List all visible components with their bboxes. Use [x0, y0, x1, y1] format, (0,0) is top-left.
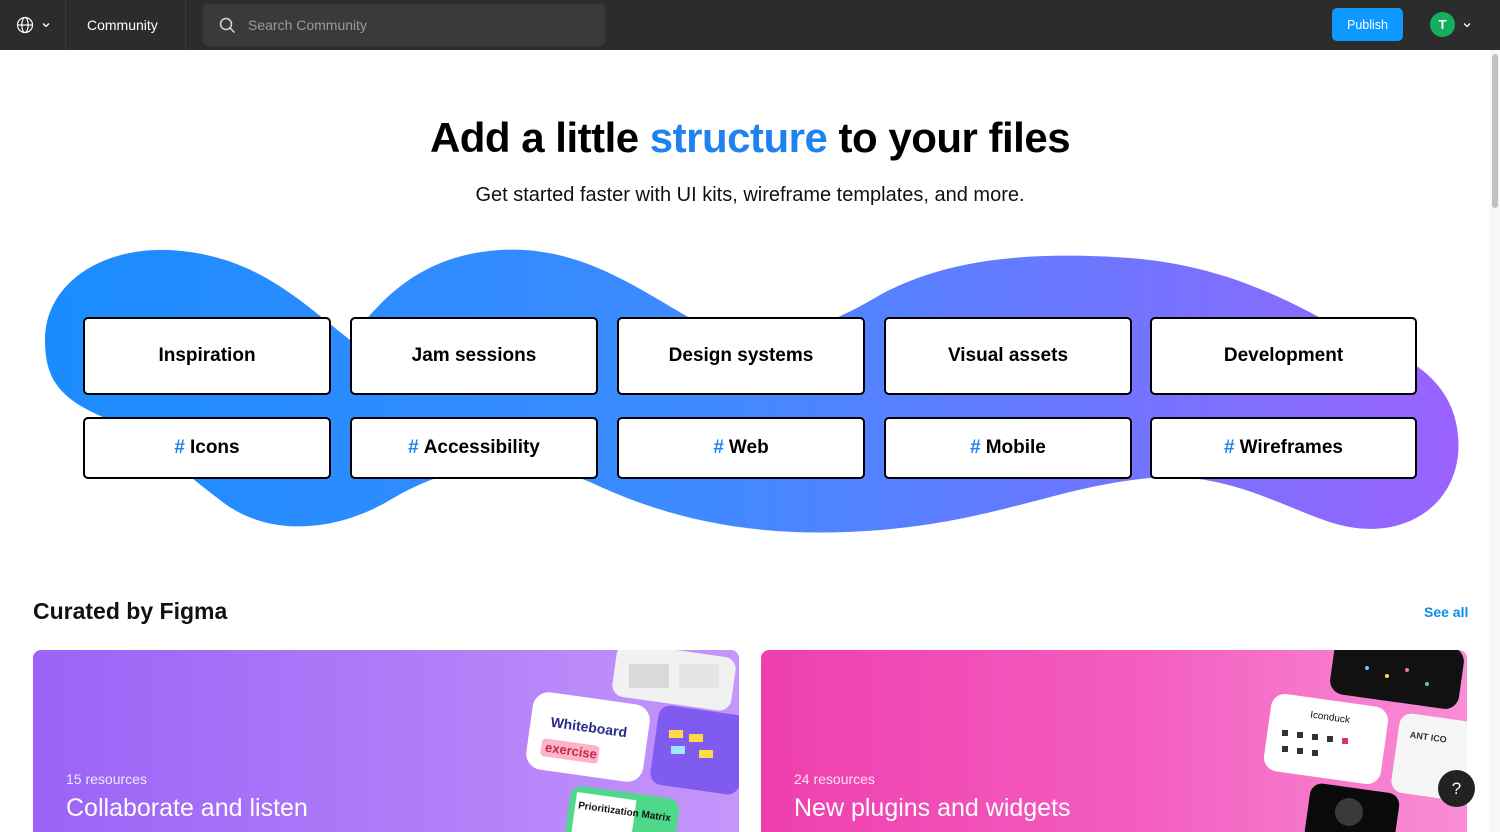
publish-button[interactable]: Publish	[1332, 8, 1403, 41]
hash-icon: #	[408, 437, 419, 458]
category-development[interactable]: Development	[1150, 317, 1417, 395]
card-resource-count: 24 resources	[794, 771, 875, 787]
tag-label: Icons	[189, 437, 240, 458]
hash-icon: #	[1224, 437, 1235, 458]
section-title: Curated by Figma	[33, 598, 228, 624]
tag-label: Wireframes	[1239, 437, 1343, 458]
tag-web[interactable]: # Web	[617, 417, 865, 479]
card-collaborate[interactable]: Whiteboard exercise Prioritization Matri…	[33, 650, 739, 832]
tag-accessibility[interactable]: # Accessibility	[350, 417, 598, 479]
account-menu[interactable]: T	[1430, 12, 1471, 37]
search-icon	[219, 17, 236, 33]
hash-icon: #	[174, 437, 185, 458]
card-title: Collaborate and listen	[66, 794, 308, 822]
community-label[interactable]: Community	[66, 0, 186, 50]
category-inspiration[interactable]: Inspiration	[83, 317, 331, 395]
tag-label: Accessibility	[423, 437, 540, 458]
tag-label: Web	[728, 437, 769, 458]
tag-label: Mobile	[985, 437, 1046, 458]
see-all-link[interactable]: See all	[1424, 604, 1468, 620]
globe-icon	[16, 16, 33, 34]
search-bar[interactable]	[203, 4, 605, 46]
hero-title-end: to your files	[827, 114, 1071, 161]
card-plugins-widgets[interactable]: Iconduck ANT ICO 24 resources New plugin…	[761, 650, 1467, 832]
chevron-down-icon	[1463, 22, 1471, 27]
language-menu[interactable]	[0, 0, 66, 50]
avatar: T	[1430, 12, 1455, 37]
hash-icon: #	[713, 437, 724, 458]
chevron-down-icon	[42, 23, 49, 28]
category-design-systems[interactable]: Design systems	[617, 317, 865, 395]
tag-mobile[interactable]: # Mobile	[884, 417, 1132, 479]
hero-title: Add a little structure to your files	[0, 114, 1500, 162]
search-input[interactable]	[248, 17, 568, 33]
hero-title-accent: structure	[649, 114, 828, 161]
hero-title-start: Add a little	[429, 114, 650, 161]
hero-subtitle: Get started faster with UI kits, wirefra…	[475, 184, 1025, 206]
card-title: New plugins and widgets	[794, 794, 1071, 822]
card-artwork: Whiteboard exercise Prioritization Matri…	[526, 650, 739, 832]
help-button[interactable]: ?	[1438, 770, 1475, 807]
category-jam-sessions[interactable]: Jam sessions	[350, 317, 598, 395]
card-resource-count: 15 resources	[66, 771, 147, 787]
tag-wireframes[interactable]: # Wireframes	[1150, 417, 1417, 479]
card-artwork: Iconduck ANT ICO	[1263, 650, 1467, 832]
hash-icon: #	[970, 437, 981, 458]
category-visual-assets[interactable]: Visual assets	[884, 317, 1132, 395]
tag-icons[interactable]: # Icons	[83, 417, 331, 479]
